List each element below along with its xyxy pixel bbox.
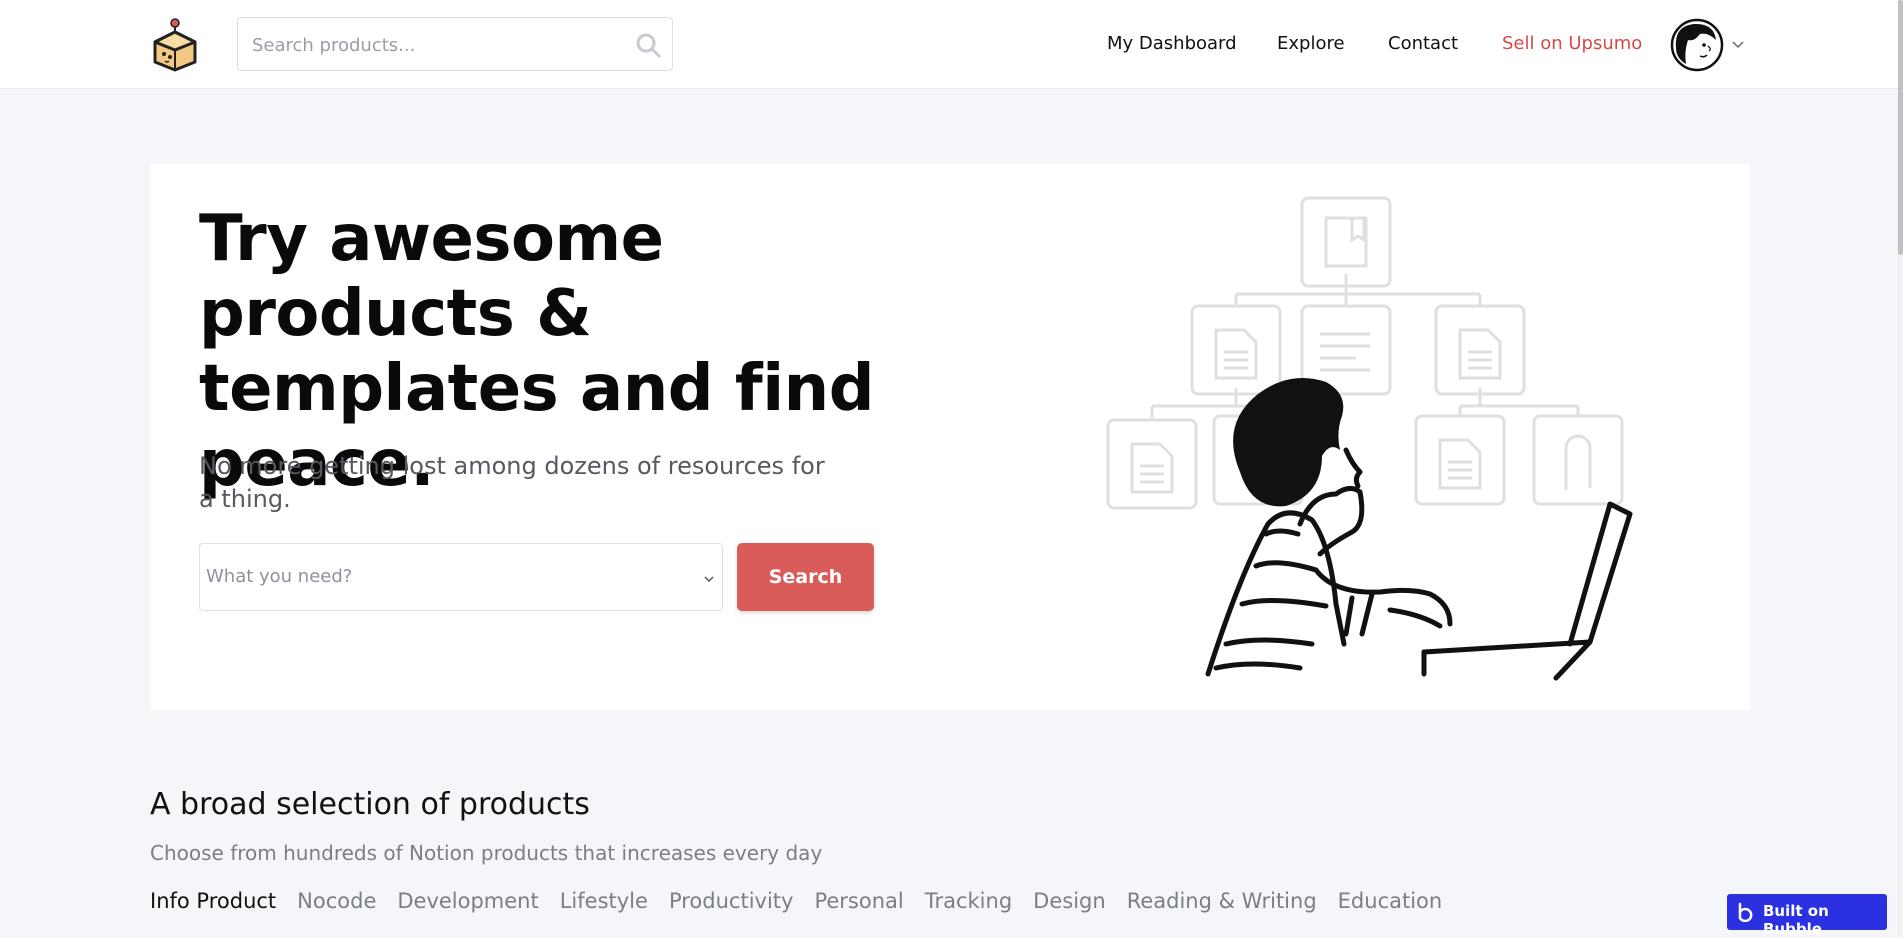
chevron-down-icon [704,576,714,583]
avatar[interactable] [1670,18,1724,72]
tab-design[interactable]: Design [1033,889,1106,913]
nav-contact[interactable]: Contact [1388,33,1458,54]
need-select-placeholder: What you need? [206,566,353,587]
need-select-dropdown[interactable]: What you need? [199,543,723,611]
page-scrollbar[interactable] [1898,0,1903,936]
tab-personal[interactable]: Personal [814,889,903,913]
tab-nocode[interactable]: Nocode [297,889,376,913]
section-subtitle: Choose from hundreds of Notion products … [150,841,823,865]
tab-development[interactable]: Development [397,889,538,913]
scrollbar-thumb[interactable] [1898,0,1903,255]
top-navigation-bar: My Dashboard Explore Contact Sell on Ups… [0,0,1903,89]
person-at-laptop-illustration [1106,196,1633,681]
chevron-down-icon[interactable] [1730,36,1746,52]
nav-sell-on-upsumo[interactable]: Sell on Upsumo [1502,33,1642,54]
box-logo-icon[interactable] [153,18,197,72]
tab-productivity[interactable]: Productivity [669,889,794,913]
hero-section: Try awesome products & templates and fin… [150,164,1750,710]
tab-tracking[interactable]: Tracking [925,889,1012,913]
search-icon[interactable] [634,31,662,59]
nav-explore[interactable]: Explore [1277,33,1345,54]
tab-reading-writing[interactable]: Reading & Writing [1127,889,1317,913]
nav-my-dashboard[interactable]: My Dashboard [1107,33,1237,54]
tab-info-product[interactable]: Info Product [150,889,276,913]
search-input[interactable] [250,18,624,72]
tab-education[interactable]: Education [1338,889,1443,913]
tab-lifestyle[interactable]: Lifestyle [560,889,648,913]
hero-subtitle: No more getting lost among dozens of res… [199,452,825,513]
badge-label: Built on Bubble [1763,902,1829,938]
section-title: A broad selection of products [150,787,590,822]
header-search[interactable] [237,17,673,72]
built-on-bubble-badge[interactable]: Built on Bubble [1727,894,1887,938]
category-tabs: Info Product Nocode Development Lifestyle Pr… [150,889,1463,919]
bubble-logo-icon [1738,902,1753,922]
hero-search-button[interactable]: Search [737,543,874,611]
